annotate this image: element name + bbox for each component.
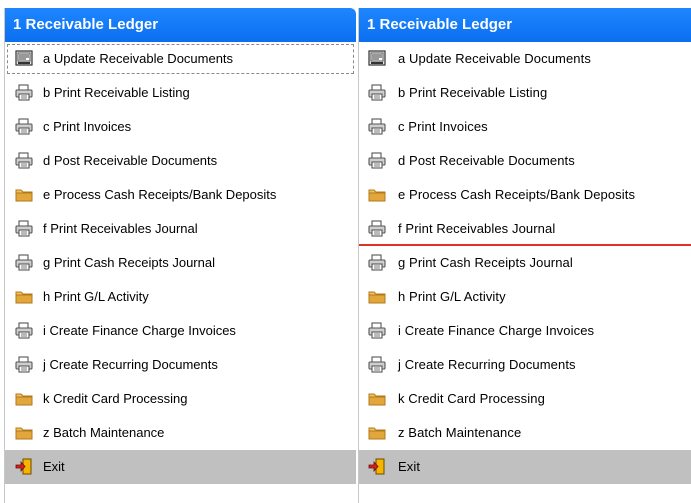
- menu-title: 1 Receivable Ledger: [5, 8, 356, 42]
- menu-item-c[interactable]: c Print Invoices: [359, 110, 691, 144]
- menu-item-b[interactable]: b Print Receivable Listing: [5, 76, 356, 110]
- printer-icon: [15, 84, 33, 101]
- menu-item-label: j Create Recurring Documents: [43, 357, 218, 372]
- folder-icon: [15, 186, 33, 203]
- folder-icon: [15, 424, 33, 441]
- menu-item-label: z Batch Maintenance: [43, 425, 165, 440]
- printer-icon: [368, 152, 386, 169]
- printer-icon: [368, 356, 386, 373]
- printer-icon: [15, 220, 33, 237]
- menu-item-z[interactable]: z Batch Maintenance: [5, 416, 356, 450]
- folder-icon: [15, 390, 33, 407]
- menu-item-c[interactable]: c Print Invoices: [5, 110, 356, 144]
- menu-item-label: a Update Receivable Documents: [398, 51, 591, 66]
- exit-menu-item[interactable]: Exit: [5, 450, 356, 484]
- printer-icon: [15, 356, 33, 373]
- menu-item-j[interactable]: j Create Recurring Documents: [5, 348, 356, 382]
- menu-item-label: b Print Receivable Listing: [398, 85, 548, 100]
- menu-item-label: c Print Invoices: [398, 119, 488, 134]
- menu-item-label: k Credit Card Processing: [398, 391, 545, 406]
- menu-item-label: f Print Receivables Journal: [43, 221, 198, 236]
- printer-icon: [15, 322, 33, 339]
- menu-item-label: i Create Finance Charge Invoices: [43, 323, 236, 338]
- exit-door-icon: [368, 458, 386, 475]
- menu-item-label: f Print Receivables Journal: [398, 221, 556, 236]
- printer-icon: [368, 322, 386, 339]
- exit-label: Exit: [43, 459, 65, 474]
- menu-item-h[interactable]: h Print G/L Activity: [5, 280, 356, 314]
- menu-item-label: i Create Finance Charge Invoices: [398, 323, 595, 338]
- menu-item-i[interactable]: i Create Finance Charge Invoices: [5, 314, 356, 348]
- menu-item-f[interactable]: f Print Receivables Journal: [5, 212, 356, 246]
- menu-item-d[interactable]: d Post Receivable Documents: [5, 144, 356, 178]
- menu-item-j[interactable]: j Create Recurring Documents: [359, 348, 691, 382]
- printer-icon: [15, 254, 33, 271]
- menu-item-label: b Print Receivable Listing: [43, 85, 190, 100]
- menu-item-g[interactable]: g Print Cash Receipts Journal: [5, 246, 356, 280]
- menu-item-k[interactable]: k Credit Card Processing: [5, 382, 356, 416]
- document-view-icon: [15, 50, 33, 67]
- folder-icon: [368, 390, 386, 407]
- menu-item-label: d Post Receivable Documents: [398, 153, 575, 168]
- exit-label: Exit: [398, 459, 421, 474]
- menu-item-d[interactable]: d Post Receivable Documents: [359, 144, 691, 178]
- menu-item-label: g Print Cash Receipts Journal: [398, 255, 573, 270]
- menu-item-f[interactable]: f Print Receivables Journal: [359, 212, 691, 246]
- menu-item-e[interactable]: e Process Cash Receipts/Bank Deposits: [5, 178, 356, 212]
- document-view-icon: [368, 50, 386, 67]
- menu-item-label: c Print Invoices: [43, 119, 132, 134]
- menu-item-label: a Update Receivable Documents: [43, 51, 234, 66]
- menu-item-label: e Process Cash Receipts/Bank Deposits: [398, 187, 636, 202]
- printer-icon: [15, 118, 33, 135]
- menu-item-i[interactable]: i Create Finance Charge Invoices: [359, 314, 691, 348]
- menu-item-label: z Batch Maintenance: [398, 425, 522, 440]
- menu-comparison: 1 Receivable Ledger a Update Receivable …: [0, 0, 691, 503]
- menu-title: 1 Receivable Ledger: [359, 8, 691, 42]
- menu-item-label: g Print Cash Receipts Journal: [43, 255, 215, 270]
- printer-icon: [368, 254, 386, 271]
- menu-item-k[interactable]: k Credit Card Processing: [359, 382, 691, 416]
- menu-panel-right: 1 Receivable Ledger a Update Receivable …: [358, 8, 691, 503]
- folder-icon: [368, 424, 386, 441]
- menu-panel-left: 1 Receivable Ledger a Update Receivable …: [4, 8, 356, 503]
- menu-item-a[interactable]: a Update Receivable Documents: [359, 42, 691, 76]
- menu-item-a[interactable]: a Update Receivable Documents: [5, 42, 356, 76]
- menu-item-label: k Credit Card Processing: [43, 391, 188, 406]
- menu-item-label: h Print G/L Activity: [398, 289, 506, 304]
- printer-icon: [368, 118, 386, 135]
- printer-icon: [15, 152, 33, 169]
- exit-door-icon: [15, 458, 33, 475]
- menu-item-e[interactable]: e Process Cash Receipts/Bank Deposits: [359, 178, 691, 212]
- menu-item-b[interactable]: b Print Receivable Listing: [359, 76, 691, 110]
- folder-icon: [15, 288, 33, 305]
- menu-item-label: d Post Receivable Documents: [43, 153, 218, 168]
- menu-item-h[interactable]: h Print G/L Activity: [359, 280, 691, 314]
- menu-item-g[interactable]: g Print Cash Receipts Journal: [359, 246, 691, 280]
- menu-item-label: j Create Recurring Documents: [398, 357, 576, 372]
- exit-menu-item[interactable]: Exit: [359, 450, 691, 484]
- folder-icon: [368, 288, 386, 305]
- folder-icon: [368, 186, 386, 203]
- printer-icon: [368, 84, 386, 101]
- menu-item-label: h Print G/L Activity: [43, 289, 149, 304]
- menu-item-z[interactable]: z Batch Maintenance: [359, 416, 691, 450]
- printer-icon: [368, 220, 386, 237]
- menu-item-label: e Process Cash Receipts/Bank Deposits: [43, 187, 277, 202]
